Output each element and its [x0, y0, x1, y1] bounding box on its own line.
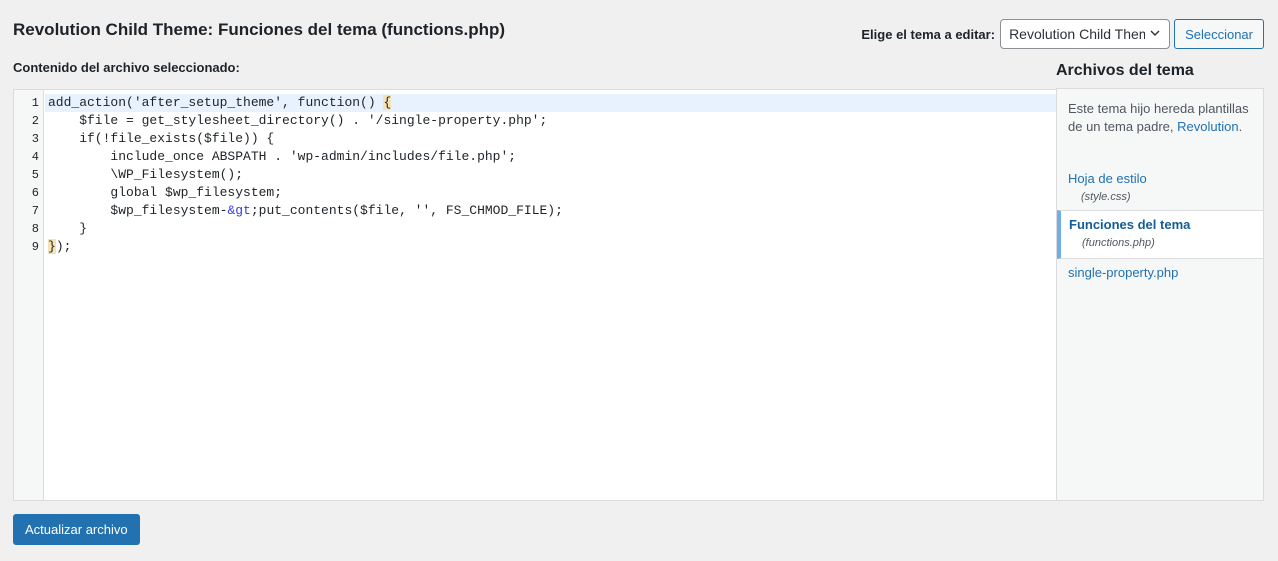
theme-files-title: Archivos del tema	[1056, 62, 1194, 79]
update-file-button[interactable]: Actualizar archivo	[13, 514, 140, 545]
line-number: 1	[31, 96, 39, 110]
file-item-filename: (style.css)	[1081, 191, 1131, 203]
code-editor[interactable]: 1 2 3 4 5 6 7 8 9 add_action('after_setu…	[13, 89, 1056, 501]
html-entity: &gt	[227, 203, 251, 218]
code-text: add_action('after_setup_theme', function…	[48, 95, 384, 110]
code-line[interactable]: if(!file_exists($file)) {	[45, 130, 1056, 148]
select-theme-button[interactable]: Seleccionar	[1174, 19, 1264, 49]
line-number: 3	[31, 132, 39, 146]
theme-files-sidebar: Este tema hijo hereda plantillas de un t…	[1056, 88, 1264, 501]
line-number-gutter: 1 2 3 4 5 6 7 8 9	[14, 90, 44, 500]
code-line[interactable]: global $wp_filesystem;	[45, 184, 1056, 202]
code-line[interactable]: add_action('after_setup_theme', function…	[45, 94, 1056, 112]
bracket-match: }	[48, 239, 56, 254]
code-line[interactable]: include_once ABSPATH . 'wp-admin/include…	[45, 148, 1056, 166]
line-number: 6	[31, 186, 39, 200]
theme-select-label: Elige el tema a editar:	[861, 26, 996, 42]
line-number: 2	[31, 114, 39, 128]
parent-theme-link[interactable]: Revolution	[1177, 119, 1238, 134]
page-title: Revolution Child Theme: Funciones del te…	[13, 20, 506, 39]
code-text: );	[55, 239, 72, 254]
theme-file-editor-page: Revolution Child Theme: Funciones del te…	[0, 0, 1278, 561]
file-item-name[interactable]: Funciones del tema	[1069, 216, 1263, 234]
file-content-label: Contenido del archivo seleccionado:	[13, 60, 240, 75]
code-line[interactable]: $file = get_stylesheet_directory() . '/s…	[45, 112, 1056, 130]
line-number: 8	[31, 222, 39, 236]
file-item-functions-php[interactable]: Funciones del tema (functions.php)	[1057, 210, 1263, 259]
file-item-single-property[interactable]: single-property.php	[1057, 264, 1263, 282]
file-item-filename: (functions.php)	[1082, 237, 1155, 249]
line-number: 7	[31, 204, 39, 218]
code-line[interactable]: });	[45, 238, 1056, 256]
file-item-name[interactable]: single-property.php	[1068, 264, 1263, 282]
code-line[interactable]: \WP_Filesystem();	[45, 166, 1056, 184]
line-number: 9	[31, 240, 39, 254]
line-number: 5	[31, 168, 39, 182]
theme-select-value: Revolution Child Theme	[1009, 26, 1146, 42]
code-text: ;put_contents($file, '', FS_CHMOD_FILE);	[250, 203, 563, 218]
theme-select-dropdown[interactable]: Revolution Child Theme	[1000, 19, 1171, 49]
file-item-style-css[interactable]: Hoja de estilo (style.css)	[1057, 170, 1263, 206]
child-theme-note: Este tema hijo hereda plantillas de un t…	[1068, 100, 1258, 136]
line-number: 4	[31, 150, 39, 164]
code-text: $wp_filesystem-	[48, 203, 228, 218]
chevron-down-icon	[1150, 30, 1160, 36]
file-item-name[interactable]: Hoja de estilo	[1068, 170, 1263, 188]
theme-select-area: Elige el tema a editar: Revolution Child…	[861, 19, 1264, 49]
child-theme-note-end: .	[1238, 119, 1243, 134]
bracket-match: {	[383, 95, 392, 110]
code-line[interactable]: $wp_filesystem-&gt;put_contents($file, '…	[45, 202, 1056, 220]
code-line[interactable]: }	[45, 220, 1056, 238]
